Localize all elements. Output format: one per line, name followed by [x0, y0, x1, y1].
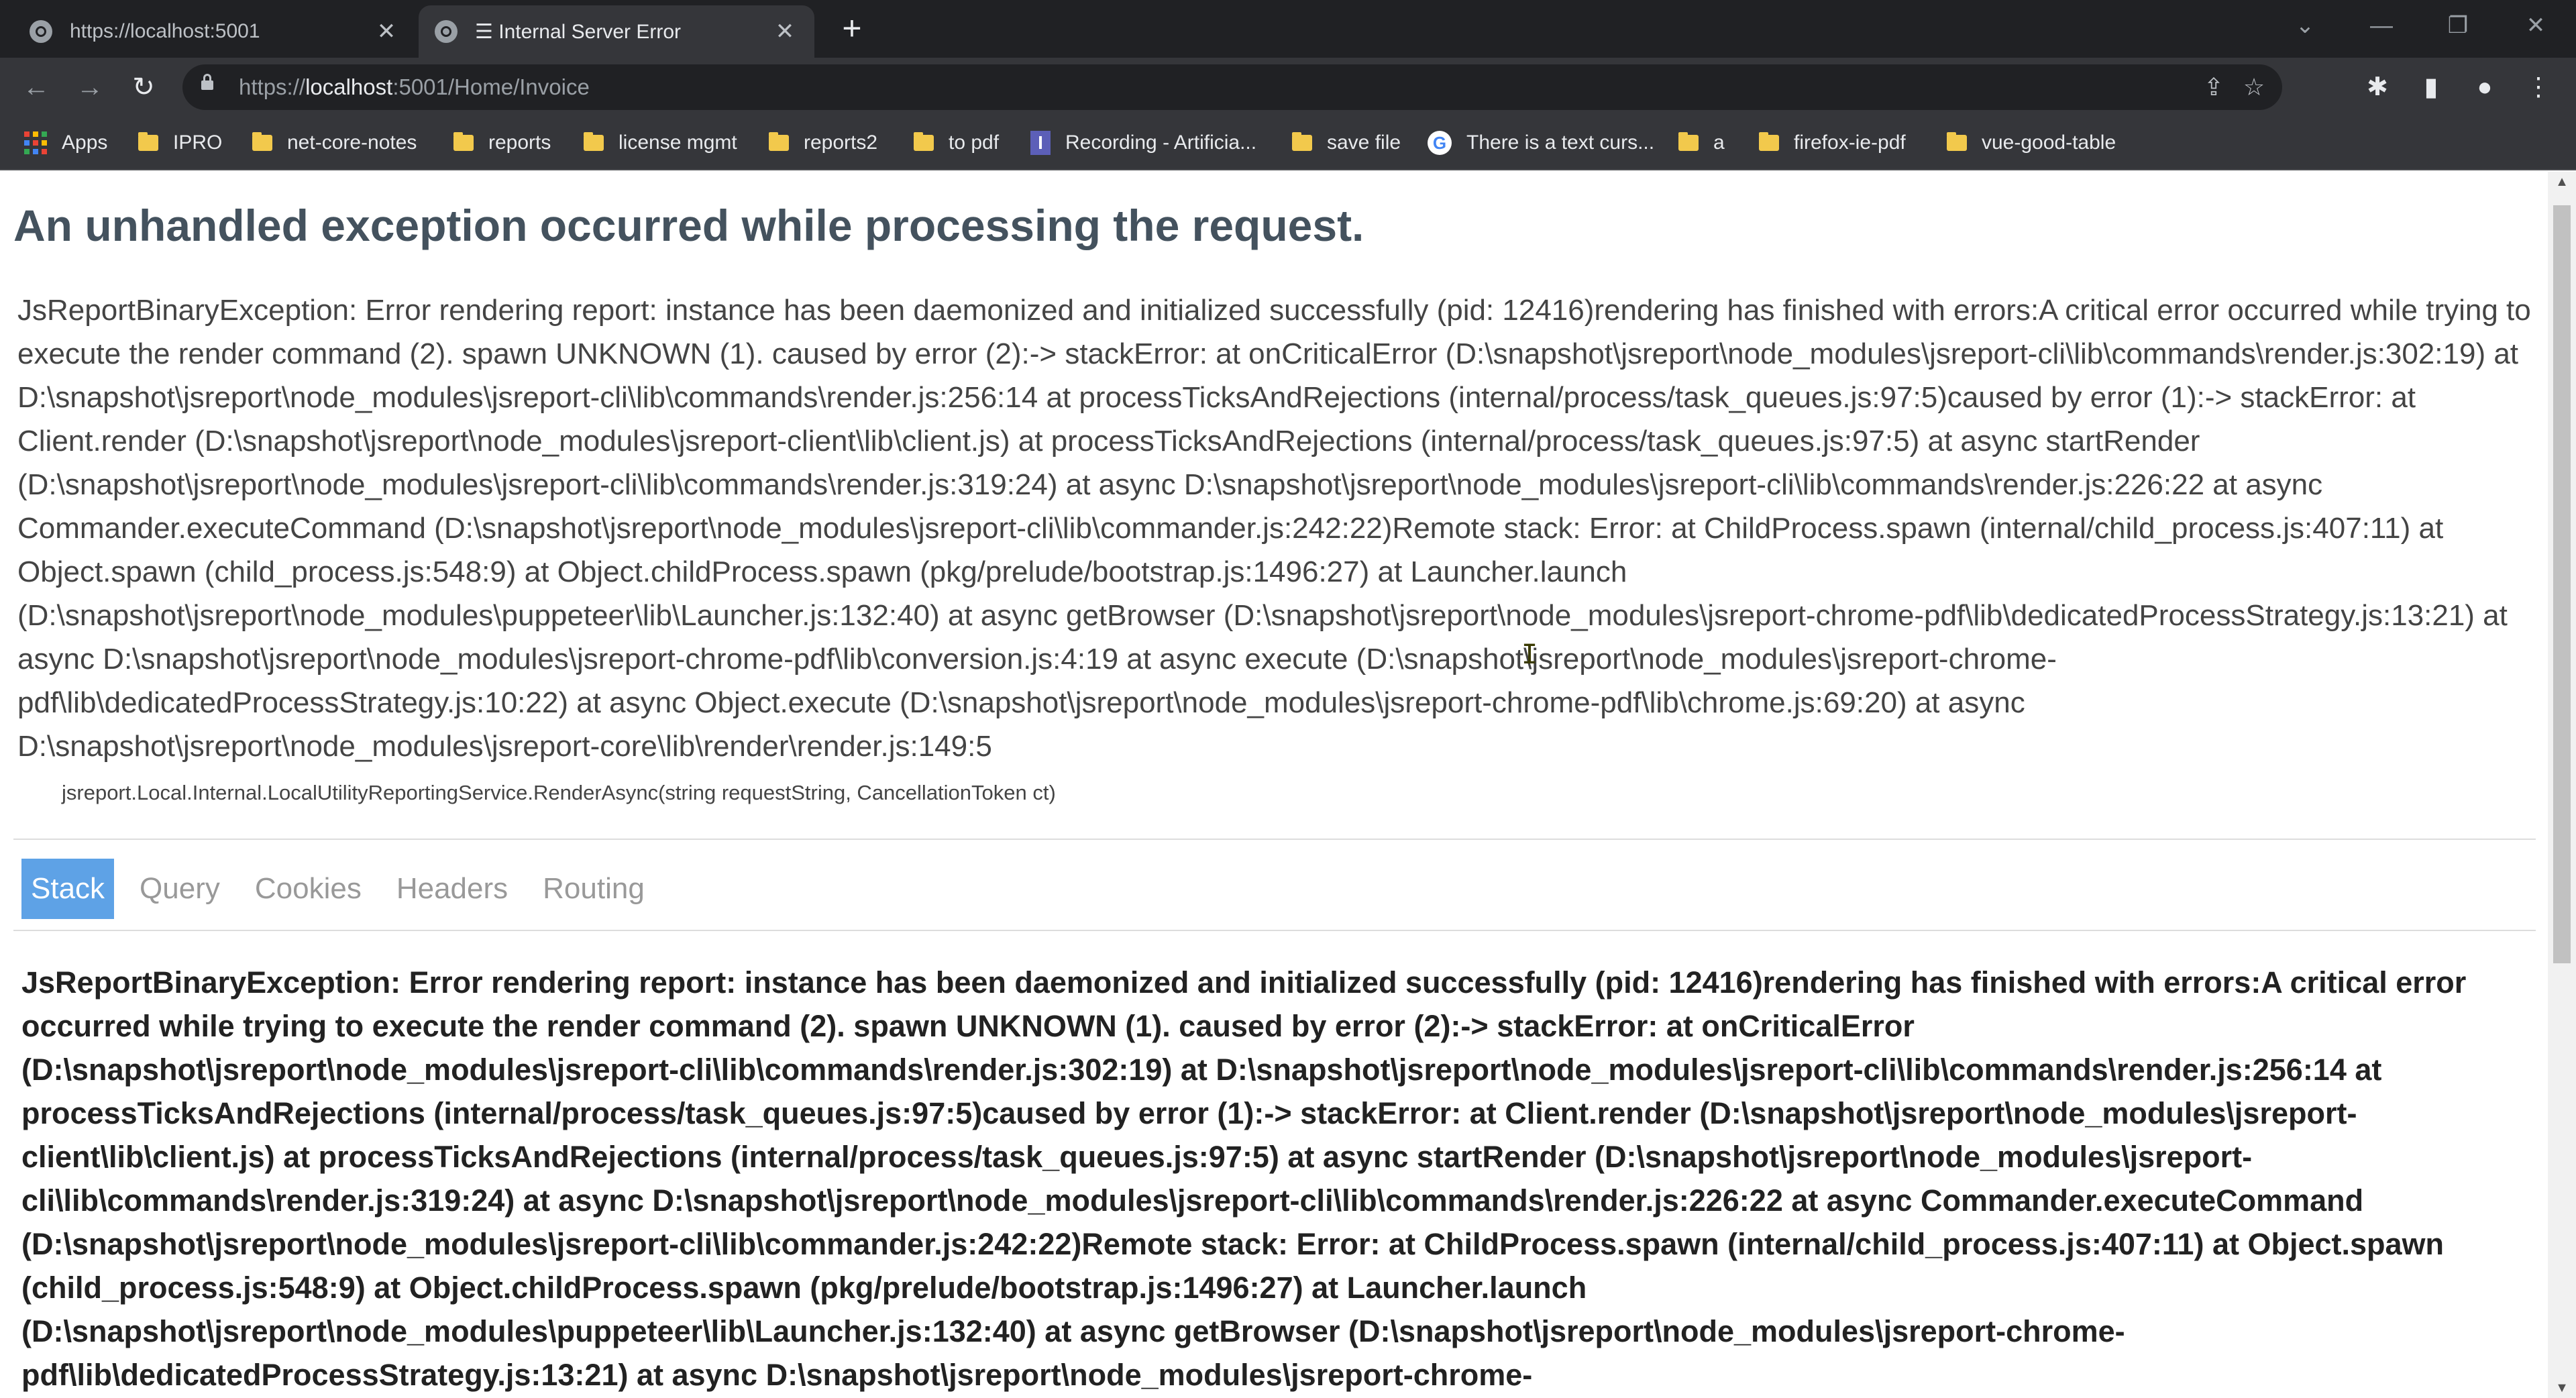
bookmark-vue-good-table[interactable]: vue-good-table	[1947, 117, 2116, 169]
url-path: :5001/Home/Invoice	[392, 74, 590, 99]
bookmark-star-icon[interactable]: ☆	[2238, 71, 2270, 103]
folder-icon	[914, 132, 934, 151]
close-window-button[interactable]: ✕	[2509, 0, 2563, 51]
bookmark-net-core-notes[interactable]: net-core-notes	[252, 117, 417, 169]
bookmark-apps[interactable]: Apps	[24, 117, 107, 169]
tab-title: ☰ Internal Server Error	[475, 20, 681, 43]
tab-strip: https://localhost:5001 ✕ ☰ Internal Serv…	[0, 0, 2576, 58]
bookmark-reports2[interactable]: reports2	[769, 117, 877, 169]
bookmark-label: save file	[1327, 131, 1401, 154]
forward-button[interactable]: →	[68, 66, 111, 109]
back-button[interactable]: ←	[15, 66, 58, 109]
bookmarks-bar: Apps IPRO net-core-notes reports license…	[0, 117, 2576, 170]
reload-button[interactable]: ↻	[122, 66, 165, 109]
bookmark-label: firefox-ie-pdf	[1794, 131, 1906, 154]
error-message: JsReportBinaryException: Error rendering…	[17, 294, 2531, 763]
scroll-up-arrow-icon[interactable]: ▲	[2548, 172, 2576, 192]
scrollbar-thumb[interactable]	[2553, 205, 2571, 963]
bookmark-label: Apps	[62, 131, 108, 154]
url-text[interactable]: https://localhost:5001/Home/Invoice	[239, 64, 590, 110]
folder-icon	[252, 132, 272, 151]
vertical-scrollbar[interactable]: ▲ ▼	[2548, 172, 2576, 1398]
detail-tabs: Stack Query Cookies Headers Routing	[21, 859, 670, 919]
folder-icon	[1292, 132, 1312, 151]
bookmark-recording[interactable]: I Recording - Artificia...	[1030, 117, 1256, 169]
profile-icon[interactable]: ●	[2463, 66, 2506, 109]
tab-internal-server-error[interactable]: ☰ Internal Server Error ✕	[419, 5, 814, 58]
folder-icon	[1947, 132, 1967, 151]
stack-trace: JsReportBinaryException: Error rendering…	[21, 965, 2467, 1392]
bookmark-to-pdf[interactable]: to pdf	[914, 117, 999, 169]
bookmark-label: a	[1713, 131, 1725, 154]
text-cursor-icon: I	[1521, 639, 1538, 670]
tab-cookies[interactable]: Cookies	[246, 859, 371, 919]
divider	[13, 930, 2536, 931]
url-host: localhost	[305, 74, 393, 99]
menu-icon[interactable]: ⋮	[2517, 66, 2560, 109]
folder-icon	[1759, 132, 1779, 151]
extensions-icon[interactable]: ✱	[2356, 66, 2399, 109]
page-heading: An unhandled exception occurred while pr…	[13, 201, 1364, 250]
tab-routing[interactable]: Routing	[533, 859, 654, 919]
tab-stack[interactable]: Stack	[21, 859, 115, 919]
divider	[13, 839, 2536, 840]
address-bar[interactable]: https://localhost:5001/Home/Invoice ⇪ ☆	[182, 64, 2282, 110]
bookmark-label: There is a text curs...	[1466, 131, 1655, 154]
bookmark-label: Recording - Artificia...	[1065, 131, 1257, 154]
globe-icon	[435, 20, 458, 43]
tab-close-icon[interactable]: ✕	[373, 18, 400, 45]
bookmark-firefox-ie-pdf[interactable]: firefox-ie-pdf	[1759, 117, 1906, 169]
bookmark-label: IPRO	[173, 131, 223, 154]
browser-toolbar: ← → ↻ https://localhost:5001/Home/Invoic…	[0, 58, 2576, 117]
bookmark-label: license mgmt	[619, 131, 737, 154]
bookmark-a[interactable]: a	[1678, 117, 1725, 169]
bookmark-label: reports2	[804, 131, 878, 154]
folder-icon	[1678, 132, 1699, 151]
bookmark-label: net-core-notes	[287, 131, 417, 154]
share-icon[interactable]: ⇪	[2198, 71, 2230, 103]
folder-icon	[769, 132, 789, 151]
tab-title: https://localhost:5001	[70, 20, 260, 42]
folder-icon	[453, 132, 474, 151]
url-scheme: https://	[239, 74, 306, 99]
bookmark-save-file[interactable]: save file	[1292, 117, 1401, 169]
bookmark-reports[interactable]: reports	[453, 117, 551, 169]
new-tab-button[interactable]: +	[832, 8, 872, 48]
side-panel-icon[interactable]: ▮	[2410, 66, 2453, 109]
error-location: jsreport.Local.Internal.LocalUtilityRepo…	[62, 781, 1056, 804]
bookmark-license-mgmt[interactable]: license mgmt	[584, 117, 737, 169]
tab-search-icon[interactable]: ⌄	[2278, 0, 2332, 51]
tab-close-icon[interactable]: ✕	[771, 18, 798, 45]
tab-headers[interactable]: Headers	[387, 859, 517, 919]
google-icon: G	[1428, 131, 1452, 155]
tab-localhost[interactable]: https://localhost:5001 ✕	[13, 5, 416, 58]
minimize-button[interactable]: —	[2355, 0, 2408, 51]
folder-icon	[584, 132, 604, 151]
bookmark-label: to pdf	[949, 131, 1000, 154]
folder-icon	[138, 132, 158, 151]
page-content: An unhandled exception occurred while pr…	[0, 172, 2548, 1398]
bookmark-label: reports	[488, 131, 551, 154]
bookmark-ipro[interactable]: IPRO	[138, 117, 222, 169]
bookmark-text-cursor[interactable]: G There is a text curs...	[1428, 117, 1654, 169]
scroll-down-arrow-icon[interactable]: ▼	[2548, 1378, 2576, 1398]
lock-icon[interactable]	[201, 74, 213, 90]
globe-icon	[30, 20, 52, 43]
apps-grid-icon	[24, 131, 47, 154]
bookmark-label: vue-good-table	[1982, 131, 2116, 154]
recording-icon: I	[1030, 131, 1051, 155]
tab-query[interactable]: Query	[130, 859, 229, 919]
restore-button[interactable]: ❐	[2431, 0, 2485, 51]
